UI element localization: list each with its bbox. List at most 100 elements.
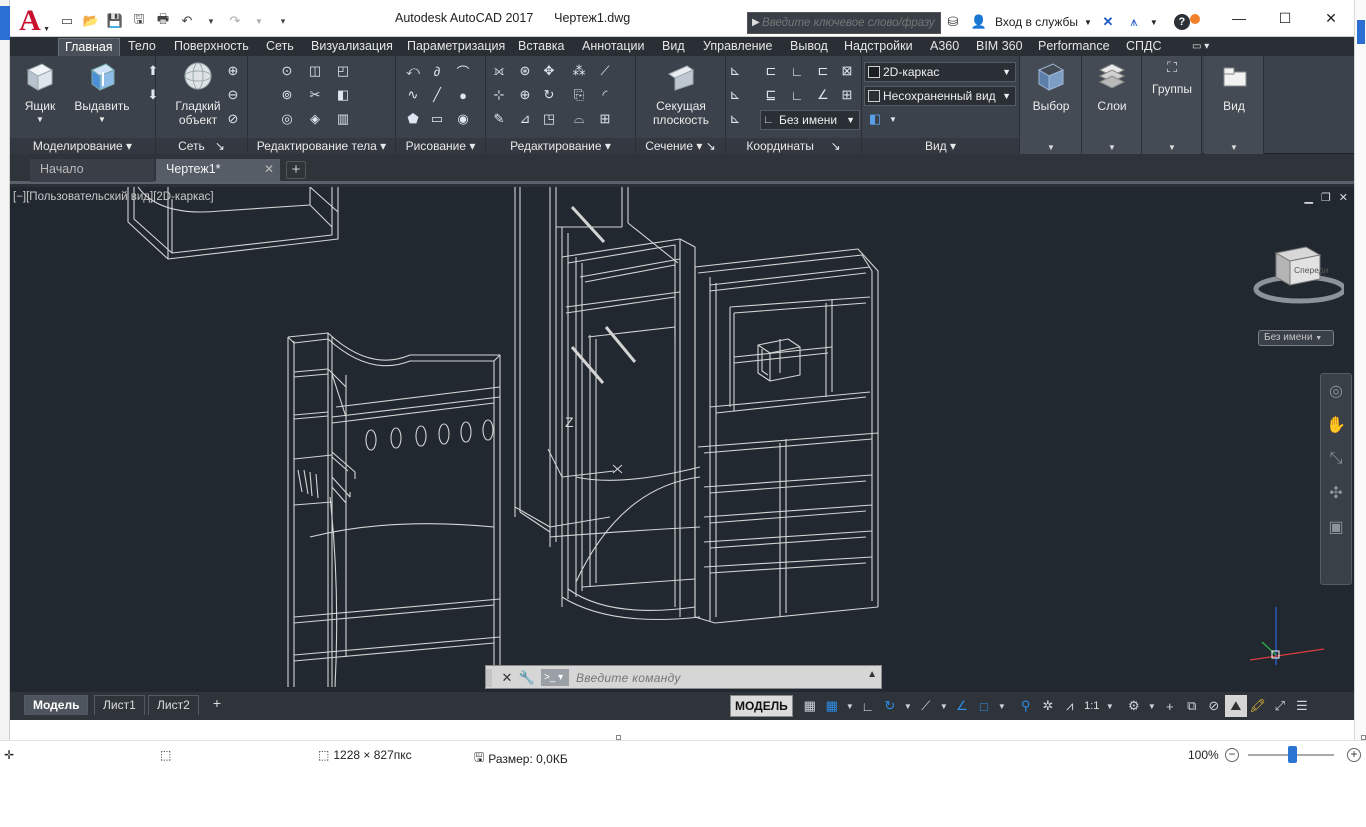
search-expand-icon[interactable]: ▶ xyxy=(752,17,760,28)
tab-surface[interactable]: Поверхность xyxy=(168,38,255,56)
box-button[interactable]: Ящик ▼ xyxy=(12,60,68,127)
ucs-view-icon[interactable]: ⊑ xyxy=(762,86,780,104)
ucs-z-icon[interactable]: ∠ xyxy=(814,86,832,104)
command-prompt-icon[interactable]: >_ ▾ xyxy=(541,669,569,686)
tab-manage[interactable]: Управление xyxy=(697,38,779,56)
chevron-down-icon[interactable]: ▼ xyxy=(1103,695,1117,717)
a360-icon[interactable]: ⩚ xyxy=(1124,12,1144,32)
tab-addins[interactable]: Надстройки xyxy=(838,38,919,56)
panel-title-modify[interactable]: Редактирование ▾ xyxy=(486,138,635,154)
undo-icon[interactable]: ↶ xyxy=(176,10,198,32)
ucs-face-icon[interactable]: ⊞ xyxy=(838,86,856,104)
exchange-icon[interactable]: ✕ xyxy=(1098,12,1118,32)
visual-style-dropdown[interactable]: 2D-каркас ▼ xyxy=(864,62,1016,82)
panel-title-draw[interactable]: Рисование ▾ xyxy=(396,138,485,154)
grid-icon[interactable]: ▦ xyxy=(799,695,821,717)
polygon-icon[interactable]: ⬟ xyxy=(404,110,422,128)
undo-dropdown-icon[interactable]: ▼ xyxy=(200,10,222,32)
extract-edges-icon[interactable]: ◰ xyxy=(334,62,352,80)
close-icon[interactable]: ✕ xyxy=(498,669,516,687)
tab-a360[interactable]: A360 xyxy=(924,38,965,56)
ucs-dropdown[interactable]: ∟ Без имени ▼ xyxy=(760,110,860,130)
tab-output[interactable]: Вывод xyxy=(784,38,834,56)
tab-parametric[interactable]: Параметризация xyxy=(401,38,511,56)
sign-in-dropdown-icon[interactable]: ▼ xyxy=(1084,18,1092,27)
scale-value[interactable]: 1:1 xyxy=(1081,695,1103,717)
box-dropdown-icon[interactable]: ▼ xyxy=(12,113,68,127)
open-icon[interactable]: 📂 xyxy=(80,10,102,32)
workspace-gear-icon[interactable]: ⚙ xyxy=(1123,695,1145,717)
trim-icon[interactable]: ⟋ xyxy=(596,62,614,80)
refine-mesh-icon[interactable]: ⊘ xyxy=(224,110,242,128)
chevron-down-icon[interactable]: ▼ xyxy=(995,695,1009,717)
orbit-icon[interactable]: ✣ xyxy=(1321,476,1351,510)
extrude-dropdown-icon[interactable]: ▼ xyxy=(74,113,130,127)
panel-title-section[interactable]: Сечение ▾ ↘ xyxy=(636,138,725,154)
close-icon[interactable]: ✕ xyxy=(1308,0,1354,36)
tab-home[interactable]: Главная xyxy=(58,38,120,56)
object-snap-tracking-icon[interactable]: ∠ xyxy=(951,695,973,717)
fullscreen-icon[interactable]: ⤢ xyxy=(1269,695,1291,717)
extrude-faces-icon[interactable]: ◧ xyxy=(334,86,352,104)
polyline-icon[interactable]: ⤺ xyxy=(404,62,422,80)
panel-title-coordinates[interactable]: Координаты ↘ xyxy=(726,138,861,154)
ellipse-icon[interactable]: ◉ xyxy=(454,110,472,128)
panel-title-mesh[interactable]: Сеть ↘ xyxy=(156,138,247,154)
groups-button[interactable]: ⛶ Группы xyxy=(1144,60,1200,96)
add-layout-button[interactable]: + xyxy=(208,695,226,713)
redo-icon[interactable]: ↷ xyxy=(224,10,246,32)
ribbon-toggle-icon[interactable]: ▭ ▾ xyxy=(1186,38,1215,56)
close-icon[interactable]: ✕ xyxy=(264,159,274,180)
chevron-down-icon[interactable]: ▼ xyxy=(1204,143,1264,152)
annotation-scale-icon[interactable]: ⩘ xyxy=(1059,695,1081,717)
layers-button[interactable]: Слои xyxy=(1084,60,1140,113)
ucs-3point-icon[interactable]: ⊾ xyxy=(726,110,744,128)
zoom-icon[interactable]: ⤡ xyxy=(1321,442,1351,476)
copy-icon[interactable]: ⎘ xyxy=(570,86,588,104)
tab-annotate[interactable]: Аннотации xyxy=(576,38,650,56)
scale-icon[interactable]: ⊿ xyxy=(516,110,534,128)
rotate-icon[interactable]: ⊕ xyxy=(516,86,534,104)
erase-icon[interactable]: ✎ xyxy=(490,110,508,128)
layout-tab-model[interactable]: Модель xyxy=(24,695,89,715)
customize-qat-icon[interactable]: ▾ xyxy=(272,10,294,32)
extrude-button[interactable]: Выдавить ▼ xyxy=(74,60,130,127)
minimize-icon[interactable]: — xyxy=(1216,0,1262,36)
units-icon[interactable]: ⧉ xyxy=(1181,695,1203,717)
new-icon[interactable]: ▭ xyxy=(56,10,78,32)
union-icon[interactable]: ⊙ xyxy=(278,62,296,80)
slice-icon[interactable]: ◫ xyxy=(306,62,324,80)
a360-dropdown-icon[interactable]: ▼ xyxy=(1150,18,1158,27)
separate-icon[interactable]: ▥ xyxy=(334,110,352,128)
stretch-icon[interactable]: ◳ xyxy=(540,110,558,128)
save-icon[interactable]: 💾 xyxy=(104,10,126,32)
annotation-visibility-icon[interactable]: ⚲ xyxy=(1015,695,1037,717)
redo-dropdown-icon[interactable]: ▼ xyxy=(248,10,270,32)
tab-view[interactable]: Вид xyxy=(656,38,691,56)
3d-rotate-icon[interactable]: ⊛ xyxy=(516,62,534,80)
save-as-icon[interactable]: 🖫 xyxy=(128,10,150,32)
rotate-cw-icon[interactable]: ↻ xyxy=(540,86,558,104)
smooth-more-icon[interactable]: ⊕ xyxy=(224,62,242,80)
mirror-icon[interactable]: ⟗ xyxy=(490,62,508,80)
chevron-down-icon[interactable]: ▼ xyxy=(1142,143,1202,152)
minimize-icon[interactable]: ▁ xyxy=(1304,191,1312,204)
line-icon[interactable]: ╱ xyxy=(428,86,446,104)
ucs-x-icon[interactable]: ⊠ xyxy=(838,62,856,80)
pan-icon[interactable]: ✋ xyxy=(1321,408,1351,442)
auto-scale-icon[interactable]: ✲ xyxy=(1037,695,1059,717)
application-menu-button[interactable]: A ▼ xyxy=(10,5,50,37)
polar-tracking-icon[interactable]: ↻ xyxy=(879,695,901,717)
chevron-up-icon[interactable]: ▲ xyxy=(867,669,877,680)
ucs-icon[interactable]: ⊾ xyxy=(726,62,744,80)
thicken-icon[interactable]: ◈ xyxy=(306,110,324,128)
chevron-down-icon[interactable]: ▼ xyxy=(901,695,915,717)
tab-performance[interactable]: Performance xyxy=(1032,38,1116,56)
snap-icon[interactable]: ▦ xyxy=(821,695,843,717)
chevron-down-icon[interactable]: ▼ xyxy=(1020,143,1082,152)
subtract-icon[interactable]: ⊚ xyxy=(278,86,296,104)
binoculars-icon[interactable]: ⛁ xyxy=(943,12,963,32)
panel-title-modeling[interactable]: Моделирование ▾ xyxy=(10,138,155,154)
chevron-down-icon[interactable]: ▼ xyxy=(1082,143,1142,152)
ucs-world-icon[interactable]: ∟ xyxy=(788,62,806,80)
